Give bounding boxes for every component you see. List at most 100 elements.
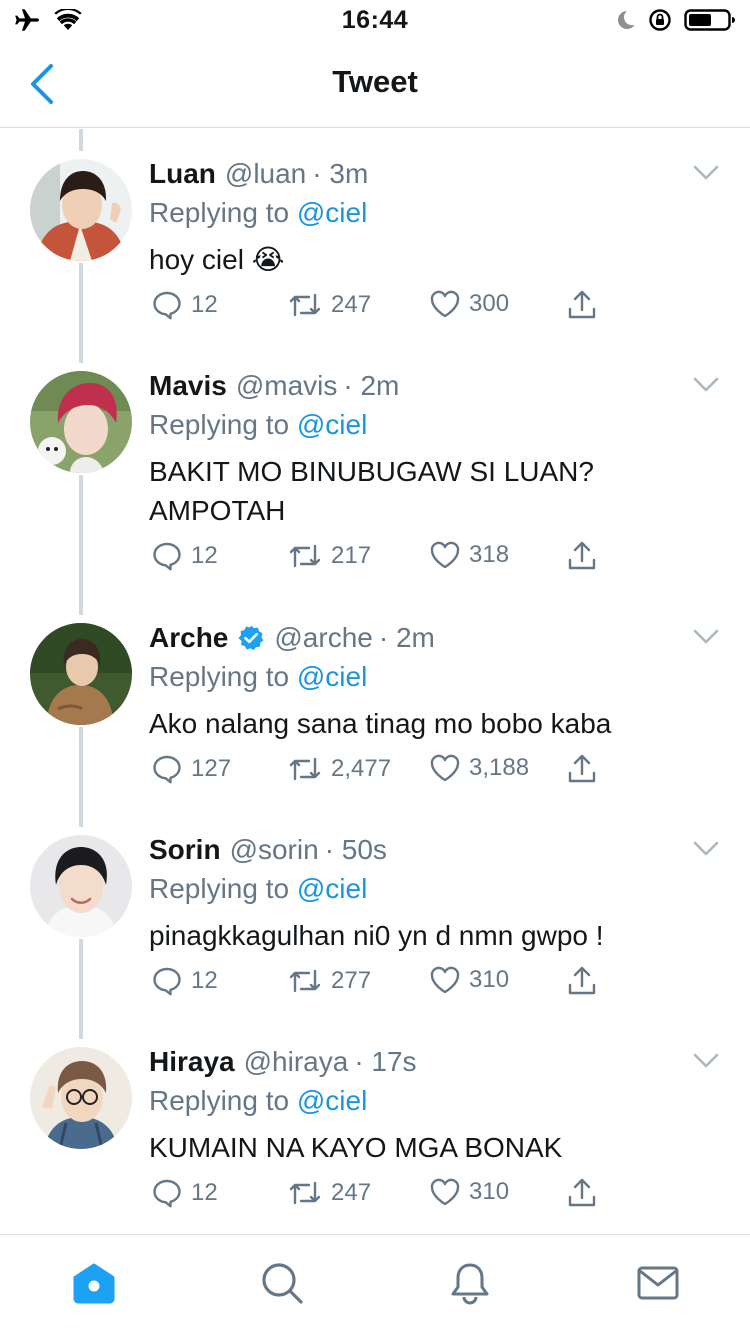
comment-icon bbox=[153, 967, 181, 996]
replying-to-label: Replying to bbox=[149, 1085, 290, 1116]
tweet-text: BAKIT MO BINUBUGAW SI LUAN? AMPOTAH bbox=[149, 456, 594, 526]
mention-link[interactable]: @ciel bbox=[297, 873, 367, 904]
search-icon bbox=[262, 1263, 303, 1304]
tab-notifications[interactable] bbox=[446, 1259, 494, 1307]
retweet-button[interactable]: 247 bbox=[287, 1177, 371, 1209]
chevron-down-icon[interactable] bbox=[692, 163, 720, 183]
tweet-header: Hiraya @hiraya · 17s bbox=[149, 1045, 700, 1079]
like-button[interactable]: 300 bbox=[429, 289, 509, 319]
replying-to: Replying to @ciel bbox=[149, 196, 700, 230]
handle[interactable]: @luan bbox=[225, 157, 306, 191]
share-icon bbox=[568, 966, 596, 995]
tab-messages[interactable] bbox=[634, 1259, 682, 1307]
handle[interactable]: @sorin bbox=[230, 833, 319, 867]
like-button[interactable]: 310 bbox=[429, 965, 509, 995]
thread-line bbox=[79, 341, 83, 363]
avatar[interactable] bbox=[30, 1047, 132, 1149]
tweet-header: Mavis @mavis · 2m bbox=[149, 369, 700, 403]
reply-button[interactable]: 12 bbox=[151, 1177, 218, 1209]
nav-bar: Tweet bbox=[0, 40, 750, 128]
chevron-down-icon[interactable] bbox=[692, 375, 720, 395]
status-bar: 16:44 bbox=[0, 0, 750, 40]
share-button[interactable] bbox=[566, 753, 598, 785]
share-icon bbox=[568, 1178, 596, 1207]
tab-home[interactable] bbox=[70, 1259, 118, 1307]
chevron-down-icon[interactable] bbox=[692, 627, 720, 647]
display-name[interactable]: Sorin bbox=[149, 833, 221, 867]
handle[interactable]: @mavis bbox=[236, 369, 338, 403]
replying-to-label: Replying to bbox=[149, 873, 290, 904]
tweet-text: KUMAIN NA KAYO MGA BONAK bbox=[149, 1132, 563, 1163]
tab-search[interactable] bbox=[258, 1259, 306, 1307]
share-button[interactable] bbox=[566, 540, 598, 572]
thread-line bbox=[79, 939, 83, 1017]
avatar[interactable] bbox=[30, 623, 132, 725]
tweet-text: hoy ciel 😭 bbox=[149, 244, 285, 275]
chevron-down-icon[interactable] bbox=[692, 839, 720, 859]
comment-icon bbox=[153, 291, 181, 320]
comment-icon bbox=[153, 542, 181, 571]
avatar[interactable] bbox=[30, 159, 132, 261]
replying-to: Replying to @ciel bbox=[149, 408, 700, 442]
tweet[interactable]: Arche @arche · 2m Replying to @ciel Ako … bbox=[0, 593, 750, 805]
reply-count: 12 bbox=[191, 1179, 218, 1206]
reply-feed: Luan @luan · 3m Replying to @ciel hoy ci… bbox=[0, 129, 750, 1234]
retweet-icon bbox=[289, 757, 321, 781]
status-right bbox=[614, 8, 736, 37]
display-name[interactable]: Luan bbox=[149, 157, 216, 191]
comment-icon bbox=[153, 1179, 181, 1208]
thread-line bbox=[79, 1017, 83, 1039]
like-button[interactable]: 310 bbox=[429, 1177, 509, 1207]
handle[interactable]: @hiraya bbox=[244, 1045, 349, 1079]
avatar[interactable] bbox=[30, 371, 132, 473]
battery-icon bbox=[684, 8, 736, 37]
avatar[interactable] bbox=[30, 835, 132, 937]
home-icon bbox=[73, 1263, 115, 1304]
retweet-button[interactable]: 217 bbox=[287, 540, 371, 572]
heart-icon bbox=[430, 754, 460, 782]
reply-button[interactable]: 12 bbox=[151, 965, 218, 997]
replying-to: Replying to @ciel bbox=[149, 872, 700, 906]
display-name[interactable]: Hiraya bbox=[149, 1045, 235, 1079]
display-name[interactable]: Mavis bbox=[149, 369, 227, 403]
heart-icon bbox=[430, 541, 460, 569]
bell-icon bbox=[451, 1263, 489, 1305]
reply-button[interactable]: 127 bbox=[151, 753, 231, 785]
share-button[interactable] bbox=[566, 965, 598, 997]
share-button[interactable] bbox=[566, 289, 598, 321]
like-button[interactable]: 3,188 bbox=[429, 753, 529, 783]
retweet-button[interactable]: 277 bbox=[287, 965, 371, 997]
tweet[interactable]: Mavis @mavis · 2m Replying to @ciel BAKI… bbox=[0, 341, 750, 593]
share-button[interactable] bbox=[566, 1177, 598, 1209]
mention-link[interactable]: @ciel bbox=[297, 1085, 367, 1116]
display-name[interactable]: Arche bbox=[149, 621, 228, 655]
handle[interactable]: @arche bbox=[274, 621, 372, 655]
thread-line bbox=[79, 805, 83, 827]
retweet-button[interactable]: 2,477 bbox=[287, 753, 391, 785]
share-icon bbox=[568, 290, 596, 319]
heart-icon bbox=[430, 290, 460, 318]
verified-badge-icon bbox=[238, 625, 264, 651]
thread-line bbox=[79, 129, 83, 151]
thread-line bbox=[79, 475, 83, 593]
mention-link[interactable]: @ciel bbox=[297, 409, 367, 440]
reply-button[interactable]: 12 bbox=[151, 540, 218, 572]
tweet[interactable]: Luan @luan · 3m Replying to @ciel hoy ci… bbox=[0, 129, 750, 341]
reply-count: 12 bbox=[191, 967, 218, 994]
retweet-count: 247 bbox=[331, 1179, 372, 1206]
timestamp: · 17s bbox=[354, 1046, 417, 1077]
tweet[interactable]: Sorin @sorin · 50s Replying to @ciel pin… bbox=[0, 805, 750, 1017]
tweet[interactable]: Hiraya @hiraya · 17s Replying to @ciel K… bbox=[0, 1017, 750, 1234]
reply-button[interactable]: 12 bbox=[151, 289, 218, 321]
like-button[interactable]: 318 bbox=[429, 540, 509, 570]
page-title: Tweet bbox=[332, 64, 418, 99]
chevron-down-icon[interactable] bbox=[692, 1051, 720, 1071]
tweet-actions: 12 217 318 bbox=[149, 540, 700, 584]
mention-link[interactable]: @ciel bbox=[297, 197, 367, 228]
replying-to: Replying to @ciel bbox=[149, 1084, 700, 1118]
retweet-button[interactable]: 247 bbox=[287, 289, 371, 321]
replying-to-label: Replying to bbox=[149, 661, 290, 692]
timestamp: · 3m bbox=[312, 158, 369, 189]
retweet-icon bbox=[289, 544, 321, 568]
mention-link[interactable]: @ciel bbox=[297, 661, 367, 692]
